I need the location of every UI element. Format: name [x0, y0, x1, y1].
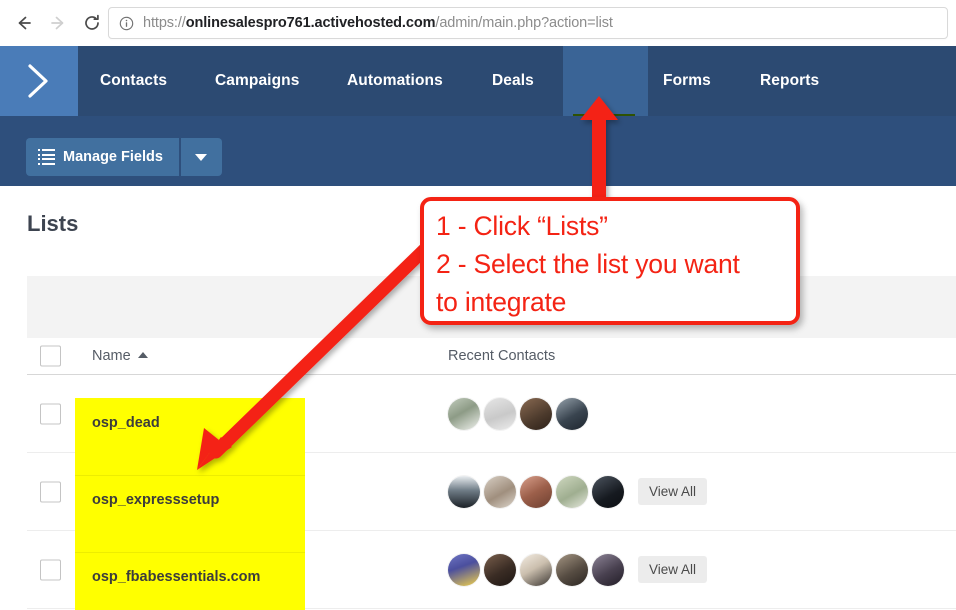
avatar[interactable] — [520, 397, 552, 430]
avatar[interactable] — [484, 475, 516, 508]
avatar[interactable] — [448, 475, 480, 508]
manage-fields-button[interactable]: Manage Fields — [26, 138, 179, 176]
avatar[interactable] — [448, 397, 480, 430]
recent-contacts-avatars: View All — [448, 553, 708, 586]
select-all-checkbox[interactable] — [40, 345, 61, 367]
back-button[interactable] — [10, 9, 38, 37]
manage-fields-label: Manage Fields — [63, 149, 163, 165]
avatar[interactable] — [592, 475, 624, 508]
chevron-right-logo-icon — [28, 64, 48, 98]
info-circle-icon[interactable] — [119, 16, 134, 31]
nav-label: Deals — [492, 72, 534, 89]
browser-nav-buttons — [10, 9, 106, 37]
caret-down-icon — [195, 153, 208, 161]
nav-item-forms[interactable]: Forms — [663, 46, 711, 116]
active-nav-column-highlight — [563, 46, 648, 116]
nav-label: Contacts — [100, 72, 168, 89]
secondary-toolbar: Manage Fields — [0, 116, 956, 186]
view-all-button[interactable]: View All — [638, 478, 708, 505]
nav-label: Automations — [347, 72, 443, 89]
avatar[interactable] — [484, 397, 516, 430]
row-checkbox[interactable] — [40, 481, 61, 502]
avatar[interactable] — [556, 553, 588, 586]
activecampaign-logo[interactable] — [0, 46, 78, 116]
list-toolbar-strip — [27, 276, 956, 338]
forward-button[interactable] — [44, 9, 72, 37]
reload-button[interactable] — [78, 9, 106, 37]
avatar[interactable] — [448, 553, 480, 586]
nav-item-automations[interactable]: Automations — [347, 46, 443, 116]
column-header-name[interactable]: Name — [92, 347, 148, 365]
browser-toolbar: https://onlinesalespro761.activehosted.c… — [0, 0, 956, 46]
url-scheme: https:// — [143, 15, 186, 31]
url-path: /admin/main.php?action=list — [435, 15, 613, 31]
arrow-right-icon — [51, 16, 64, 30]
nav-item-contacts[interactable]: Contacts — [100, 46, 167, 116]
column-header-recent-contacts: Recent Contacts — [448, 348, 555, 364]
avatar[interactable] — [520, 553, 552, 586]
nav-item-campaigns[interactable]: Campaigns — [215, 46, 299, 116]
app-top-navigation: Contacts Campaigns Automations Deals For… — [0, 46, 956, 147]
list-name-osp-fbabessentials[interactable]: osp_fbabessentials.com — [92, 569, 260, 585]
url-text: https://onlinesalespro761.activehosted.c… — [143, 15, 613, 31]
nav-item-reports[interactable]: Reports — [760, 46, 819, 116]
address-bar[interactable]: https://onlinesalespro761.activehosted.c… — [108, 7, 948, 39]
avatar[interactable] — [592, 553, 624, 586]
column-header-recent-contacts-label: Recent Contacts — [448, 348, 556, 364]
list-name-osp-dead[interactable]: osp_dead — [92, 415, 160, 431]
reload-icon — [85, 14, 99, 30]
nav-label: Reports — [760, 72, 820, 89]
manage-fields-dropdown-button[interactable] — [180, 138, 222, 176]
avatar[interactable] — [556, 475, 588, 508]
avatar[interactable] — [556, 397, 588, 430]
row-checkbox[interactable] — [40, 403, 61, 424]
row-checkbox[interactable] — [40, 559, 61, 580]
recent-contacts-avatars — [448, 397, 588, 430]
page-title: Lists — [27, 211, 79, 236]
nav-label: Campaigns — [215, 72, 300, 89]
sort-ascending-icon — [137, 352, 148, 358]
recent-contacts-avatars: View All — [448, 475, 708, 508]
column-header-name-label: Name — [92, 348, 131, 364]
nav-item-deals[interactable]: Deals — [492, 46, 534, 116]
nav-label: Forms — [663, 72, 711, 89]
url-host: onlinesalespro761.activehosted.com — [185, 15, 436, 31]
view-all-button[interactable]: View All — [638, 556, 708, 583]
screenshot-root: https://onlinesalespro761.activehosted.c… — [0, 0, 956, 610]
list-name-osp-expresssetup[interactable]: osp_expresssetup — [92, 492, 219, 508]
avatar[interactable] — [484, 553, 516, 586]
arrow-left-icon — [18, 16, 31, 30]
avatar[interactable] — [520, 475, 552, 508]
table-header-row: Name Recent Contacts — [27, 338, 956, 375]
manage-fields-button-group: Manage Fields — [26, 138, 222, 176]
list-lines-icon — [38, 149, 55, 165]
